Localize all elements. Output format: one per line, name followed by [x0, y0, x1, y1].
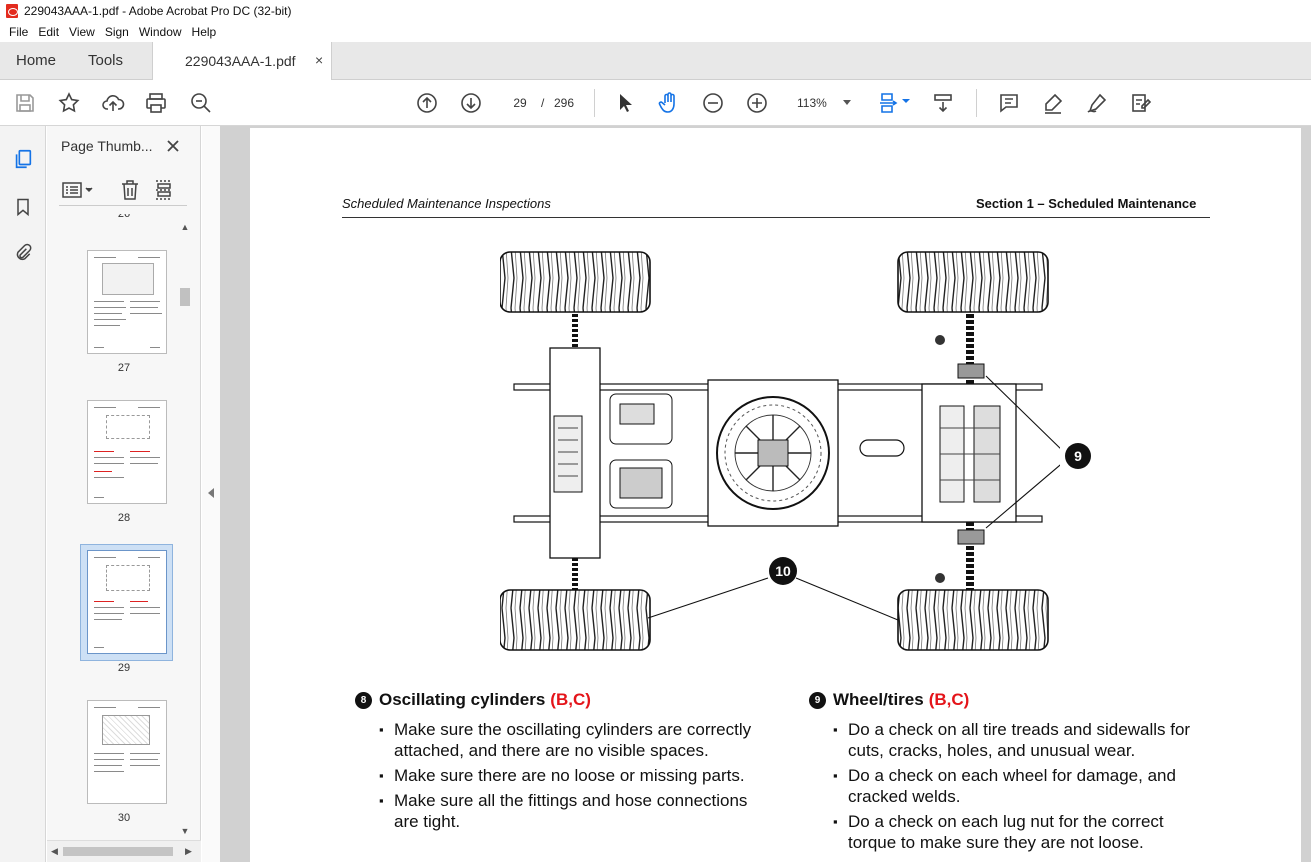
bookmark-icon[interactable] — [10, 194, 36, 220]
thumbnail-page[interactable] — [87, 400, 167, 504]
section-wheel-tires: 9 Wheel/tires (B,C) Do a check on all ti… — [809, 690, 1209, 857]
thumbnail-toolbar — [59, 176, 187, 206]
list-item: Make sure the oscillating cylinders are … — [379, 719, 775, 761]
menu-file[interactable]: File — [4, 25, 33, 39]
list-item: Do a check on all tire treads and sidewa… — [833, 719, 1209, 761]
print-icon[interactable] — [143, 90, 169, 116]
zoom-in-icon[interactable] — [744, 90, 770, 116]
title-bar: 229043AAA-1.pdf - Adobe Acrobat Pro DC (… — [0, 0, 1311, 22]
tab-home[interactable]: Home — [16, 42, 56, 80]
scroll-up-icon[interactable]: ▲ — [180, 222, 190, 232]
page-header-right: Section 1 – Scheduled Maintenance — [976, 196, 1197, 211]
tab-document[interactable]: 229043AAA-1.pdf × — [152, 42, 332, 81]
list-item: Do a check on each lug nut for the corre… — [833, 811, 1209, 853]
menu-sign[interactable]: Sign — [100, 25, 134, 39]
attachment-icon[interactable] — [10, 240, 36, 266]
page-header-left: Scheduled Maintenance Inspections — [342, 196, 551, 211]
zoom-search-icon[interactable] — [188, 90, 214, 116]
scroll-mode-icon[interactable] — [930, 90, 956, 116]
panel-collapse-handle[interactable] — [202, 126, 220, 862]
list-item: Make sure all the fittings and hose conn… — [379, 790, 775, 832]
menu-window[interactable]: Window — [134, 25, 187, 39]
close-tab-icon[interactable]: × — [315, 53, 327, 67]
upload-cloud-icon[interactable] — [100, 90, 126, 116]
pdf-app-icon — [6, 4, 18, 18]
fill-sign-icon[interactable] — [1128, 90, 1154, 116]
list-item: Do a check on each wheel for damage, and… — [833, 765, 1209, 807]
tab-bar: Home Tools 229043AAA-1.pdf × — [0, 42, 1311, 81]
comment-icon[interactable] — [996, 90, 1022, 116]
zoom-out-icon[interactable] — [700, 90, 726, 116]
document-tab-label: 229043AAA-1.pdf — [185, 53, 296, 69]
next-page-icon[interactable] — [458, 90, 484, 116]
page-thumbnails-icon[interactable] — [10, 146, 36, 172]
thumbnail-page-selected[interactable] — [87, 550, 167, 654]
window-title: 229043AAA-1.pdf - Adobe Acrobat Pro DC (… — [24, 4, 292, 18]
toolbar — [0, 80, 1311, 126]
horizontal-scrollbar[interactable]: ◀ ▶ — [47, 840, 201, 862]
callout-badge: 10 — [769, 557, 797, 585]
scroll-down-icon[interactable]: ▼ — [180, 826, 190, 836]
tab-tools[interactable]: Tools — [88, 42, 123, 80]
list-item: Make sure there are no loose or missing … — [379, 765, 775, 786]
zoom-value: 113% — [797, 96, 827, 110]
highlight-pen-icon[interactable] — [1040, 90, 1066, 116]
thumbnail-page[interactable] — [87, 250, 167, 354]
header-rule — [342, 217, 1210, 218]
scrollbar-thumb[interactable] — [63, 847, 173, 856]
section-code: (B,C) — [550, 690, 591, 709]
panel-title: Page Thumb... — [61, 138, 153, 154]
page-thumbnails-panel: Page Thumb... 26 27 28 29 30 ▲ ▼ ◀ ▶ — [47, 126, 201, 862]
section-heading: 8 Oscillating cylinders (B,C) — [355, 690, 775, 710]
section-heading: 9 Wheel/tires (B,C) — [809, 690, 1209, 710]
thumbnail-page[interactable] — [87, 700, 167, 804]
collapse-arrow-icon — [208, 488, 214, 498]
menu-help[interactable]: Help — [187, 25, 222, 39]
thumbnail-options-button[interactable] — [61, 180, 95, 200]
page-separator: / — [541, 96, 545, 110]
total-pages: 296 — [554, 96, 575, 110]
previous-page-icon[interactable] — [414, 90, 440, 116]
section-oscillating-cylinders: 8 Oscillating cylinders (B,C) Make sure … — [355, 690, 775, 836]
menu-bar: File Edit View Sign Window Help — [0, 22, 1311, 42]
toolbar-separator — [594, 89, 595, 117]
section-code: (B,C) — [928, 690, 970, 709]
section-title: Oscillating cylinders — [379, 690, 546, 709]
left-navigation-rail — [0, 126, 46, 862]
bullet-list: Make sure the oscillating cylinders are … — [379, 719, 775, 832]
chassis-diagram — [500, 251, 1060, 651]
star-icon[interactable] — [56, 90, 82, 116]
section-number-badge: 9 — [809, 691, 826, 709]
hand-tool-icon[interactable] — [656, 90, 682, 116]
zoom-select[interactable]: 113% — [787, 91, 857, 115]
menu-view[interactable]: View — [64, 25, 100, 39]
chevron-down-icon[interactable] — [901, 94, 911, 108]
bullet-list: Do a check on all tire treads and sidewa… — [833, 719, 1209, 853]
select-cursor-icon[interactable] — [612, 90, 638, 116]
page-fit-icon[interactable] — [876, 90, 902, 116]
callout-badge: 9 — [1065, 443, 1091, 469]
draw-sign-icon[interactable] — [1084, 90, 1110, 116]
scroll-left-icon[interactable]: ◀ — [51, 846, 58, 857]
page-number-input[interactable] — [503, 91, 537, 115]
trash-icon[interactable] — [119, 178, 141, 202]
close-panel-icon[interactable] — [165, 138, 181, 154]
save-icon[interactable] — [12, 90, 38, 116]
extract-pages-icon[interactable] — [153, 178, 175, 202]
scroll-right-icon[interactable]: ▶ — [185, 846, 192, 857]
toolbar-separator — [976, 89, 977, 117]
pdf-page: Scheduled Maintenance Inspections Sectio… — [250, 128, 1301, 862]
section-number-badge: 8 — [355, 691, 372, 709]
chevron-down-icon — [843, 100, 851, 105]
thumbnail-scrollbar[interactable]: ▲ ▼ — [178, 218, 192, 842]
document-viewport[interactable]: Scheduled Maintenance Inspections Sectio… — [220, 126, 1311, 862]
menu-edit[interactable]: Edit — [33, 25, 64, 39]
section-title: Wheel/tires — [833, 690, 924, 709]
scrollbar-thumb[interactable] — [180, 288, 190, 306]
